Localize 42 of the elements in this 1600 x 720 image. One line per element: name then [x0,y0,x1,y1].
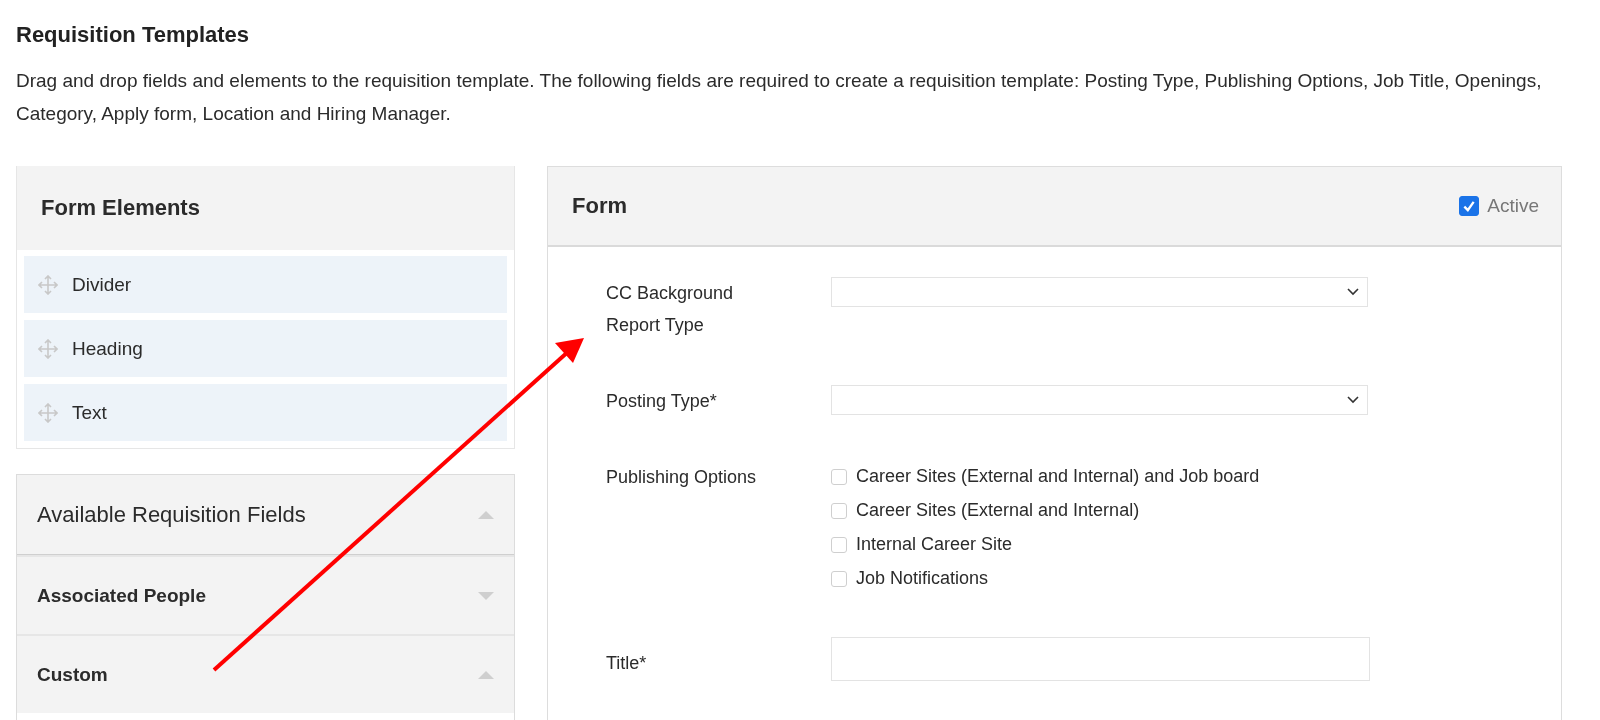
checkbox-label: Career Sites (External and Internal) and Job board [856,466,1260,487]
dropdown-field[interactable] [831,277,1368,307]
form-title: Form [572,193,627,219]
element-label: Text [72,401,107,424]
checkbox[interactable] [831,536,847,553]
active-label: Active [1487,195,1539,217]
field-label: Publishing Options [606,466,758,489]
element-label: Heading [72,337,143,360]
checkbox[interactable] [831,468,847,485]
draggable-element[interactable]: Heading [24,320,507,377]
collapse-icon[interactable] [478,510,494,519]
group-title: Associated People [37,584,206,607]
checkbox[interactable] [831,570,847,587]
move-icon [38,274,58,295]
checkbox-label: Career Sites (External and Internal) [856,500,1140,521]
section-header[interactable]: Available Requisition Fields [17,475,514,555]
draggable-element[interactable]: Text [24,384,507,441]
collapse-icon[interactable] [478,670,494,679]
section-title: Available Requisition Fields [37,501,306,528]
text-input-field[interactable] [831,637,1370,681]
move-icon [38,338,58,359]
chevron-down-icon [1347,288,1359,296]
chevron-down-icon [1347,396,1359,404]
checkbox-label: Job Notifications [856,568,989,589]
element-label: Divider [72,273,132,296]
expand-icon[interactable] [478,591,494,600]
page-title: Requisition Templates [16,22,251,48]
move-icon [38,402,58,423]
description-text: Drag and drop fields and elements to the requisition template. The following fields are required to create a requisition template: Posting Type, Publishing Options, Job Title, Openings, Category, Apply form, Location and Hiring Manager. [16,69,1543,126]
field-label: Posting Type* [606,390,718,413]
checkbox[interactable] [831,502,847,519]
checkbox-label: Internal Career Site [856,534,1013,555]
panel-title: Form Elements [41,195,200,221]
group-header[interactable]: Associated People [17,555,514,634]
dropdown-field[interactable] [831,385,1368,415]
checkmark-icon [1462,199,1477,213]
active-checkbox[interactable] [1459,196,1480,216]
draggable-element[interactable]: Divider [24,256,507,313]
group-title: Custom [37,663,108,686]
field-label: Title* [606,652,648,675]
group-header[interactable]: Custom [17,634,514,713]
field-label: CC Background Report Type [606,282,735,337]
